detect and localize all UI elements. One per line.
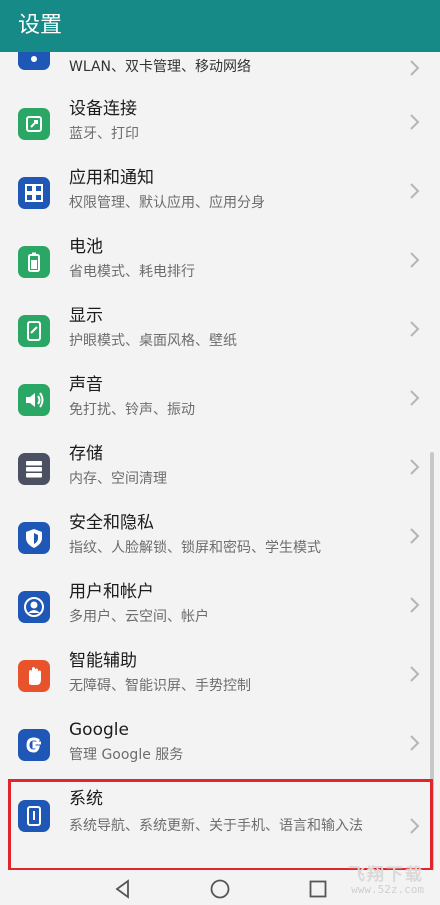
settings-item-subtitle: 内存、空间清理 (69, 471, 167, 487)
chevron-right-icon (406, 526, 422, 546)
battery-icon (18, 246, 50, 278)
settings-item-subtitle: 无障碍、智能识屏、手势控制 (69, 678, 251, 694)
back-icon[interactable] (112, 878, 134, 900)
settings-item-security[interactable]: 安全和隐私 指纹、人脸解锁、锁屏和密码、学生模式 (0, 506, 440, 574)
chevron-right-icon (406, 58, 422, 78)
google-icon (18, 729, 50, 761)
settings-item-title: 应用和通知 (69, 168, 154, 188)
watermark-text: 飞翔下载 (348, 865, 424, 885)
settings-item-title: 设备连接 (69, 99, 137, 119)
settings-item-title: 用户和帐户 (69, 582, 154, 602)
settings-item-apps[interactable]: 应用和通知 权限管理、默认应用、应用分身 (0, 161, 440, 229)
settings-item-subtitle: WLAN、双卡管理、移动网络 (69, 59, 252, 75)
chevron-right-icon (406, 319, 422, 339)
watermark-url: www.52z.com (351, 883, 424, 896)
chevron-right-icon (406, 595, 422, 615)
chevron-right-icon (406, 733, 422, 753)
settings-item-device-connection[interactable]: 设备连接 蓝牙、打印 (0, 92, 440, 160)
settings-item-subtitle: 权限管理、默认应用、应用分身 (69, 195, 265, 211)
settings-item-subtitle: 蓝牙、打印 (69, 126, 139, 142)
settings-item-battery[interactable]: 电池 省电模式、耗电排行 (0, 230, 440, 298)
hand-gesture-icon (18, 660, 50, 692)
app-header: 设置 (0, 0, 440, 52)
security-shield-icon (18, 522, 50, 554)
settings-item-smart-assist[interactable]: 智能辅助 无障碍、智能识屏、手势控制 (0, 644, 440, 712)
settings-item-users[interactable]: 用户和帐户 多用户、云空间、帐户 (0, 575, 440, 643)
display-icon (18, 315, 50, 347)
settings-item-sound[interactable]: 声音 免打扰、铃声、振动 (0, 368, 440, 436)
settings-item-title: 存储 (69, 444, 103, 464)
wireless-network-icon (18, 52, 50, 70)
recents-icon[interactable] (307, 878, 329, 900)
device-connection-icon (18, 108, 50, 140)
chevron-right-icon (406, 112, 422, 132)
settings-item-google[interactable]: Google 管理 Google 服务 (0, 713, 440, 781)
settings-item-subtitle: 省电模式、耗电排行 (69, 264, 195, 280)
apps-grid-icon (18, 177, 50, 209)
storage-icon (18, 453, 50, 485)
settings-item-display[interactable]: 显示 护眼模式、桌面风格、壁纸 (0, 299, 440, 367)
settings-item-subtitle: 多用户、云空间、帐户 (69, 609, 209, 625)
settings-list[interactable]: WLAN、双卡管理、移动网络 设备连接 蓝牙、打印 应用和通知 权限管理、默认应… (0, 52, 440, 870)
chevron-right-icon (406, 250, 422, 270)
settings-item-title: 电池 (69, 237, 103, 257)
chevron-right-icon (406, 664, 422, 684)
chevron-right-icon (406, 457, 422, 477)
settings-item-subtitle: 管理 Google 服务 (69, 747, 184, 763)
settings-item-subtitle: 免打扰、铃声、振动 (69, 402, 195, 418)
settings-item-storage[interactable]: 存储 内存、空间清理 (0, 437, 440, 505)
sound-icon (18, 384, 50, 416)
settings-item-title: 智能辅助 (69, 651, 137, 671)
watermark: 飞翔下载 www.52z.com (348, 858, 434, 902)
settings-item-subtitle: 护眼模式、桌面风格、壁纸 (69, 333, 237, 349)
settings-item-title: Google (69, 720, 129, 740)
settings-item-title: 显示 (69, 306, 103, 326)
settings-item-subtitle: 指纹、人脸解锁、锁屏和密码、学生模式 (69, 540, 321, 556)
page-title: 设置 (18, 13, 63, 38)
settings-item-title: 安全和隐私 (69, 513, 154, 533)
settings-item-wireless[interactable]: WLAN、双卡管理、移动网络 (0, 52, 440, 90)
settings-item-title: 声音 (69, 375, 103, 395)
chevron-right-icon (406, 181, 422, 201)
user-account-icon (18, 591, 50, 623)
home-icon[interactable] (209, 878, 231, 900)
chevron-right-icon (406, 388, 422, 408)
